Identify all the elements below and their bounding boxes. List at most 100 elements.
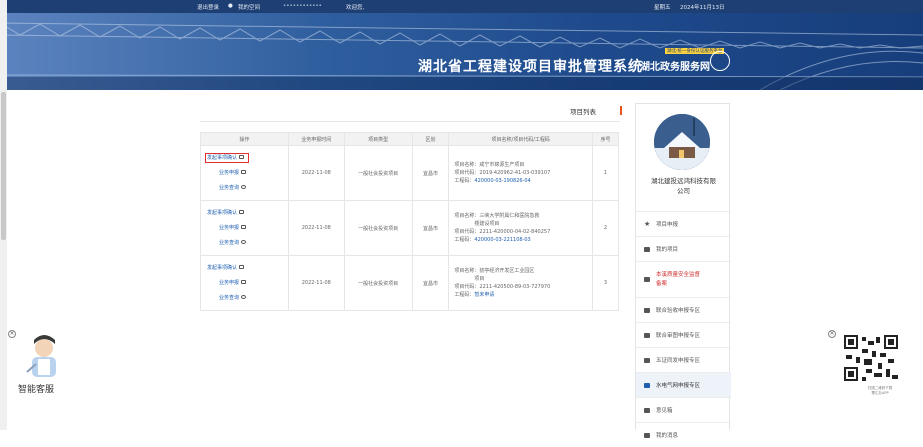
cell-project-info: 项目名称：三峡大学附属仁和医院急救 楼建设项目 项目代码：2211-420000… (448, 200, 594, 256)
col-header-no: 序号 (592, 132, 619, 146)
assistant-label: 智能客服 (18, 385, 55, 395)
cell-project-info: 项目名称：咸宁市锦源生产项目 项目代码：2019-420962-41-03-03… (448, 145, 594, 201)
sidebar-item-five-certificates[interactable]: 五证同发申报专区 (636, 347, 731, 372)
cell-type: 一般社会投资项目 (343, 200, 413, 256)
business-query-button[interactable]: 业务查询 (219, 295, 239, 301)
sidebar-item-quality-safety[interactable]: 本溪质量安全监督 备案 (636, 261, 731, 297)
project-code: 项目代码：2211-420500-89-03-727970 (454, 284, 551, 290)
project-name: 项目名称：咸宁市锦源生产项目 (454, 162, 525, 168)
logout-link[interactable]: 退出登录 (197, 3, 219, 11)
my-space-link[interactable]: 我的空间 (238, 3, 260, 11)
project-table-body: 操作 业务申报时间 项目类型 区划 项目名称/项目代码/工程码 序号 发起事项确… (200, 132, 619, 311)
cell-date: 2022-11-08 (287, 255, 345, 311)
business-query-button[interactable]: 业务查询 (219, 185, 239, 191)
business-declare-button[interactable]: 业务申报 (219, 170, 239, 176)
snow-house-image (654, 114, 710, 170)
grid-icon (240, 170, 246, 174)
business-declare-button[interactable]: 业务申报 (219, 280, 239, 286)
company-name: 湖北建投远鸿科技有限 公司 (651, 177, 716, 195)
grid-icon (240, 280, 246, 284)
business-declare-button[interactable]: 业务申报 (219, 225, 239, 231)
business-query-button[interactable]: 业务查询 (219, 240, 239, 246)
row-actions: 发起事项确认 业务申报 业务查询 (200, 255, 289, 311)
col-header-ops: 操作 (200, 132, 289, 146)
mailbox-icon (644, 407, 650, 413)
tab-divider (200, 121, 620, 122)
system-title: 湖北省工程建设项目审批管理系统 (418, 59, 643, 75)
project-name-cont: 楼建设项目 (474, 221, 500, 227)
sidebar-menu: ★ 项目申报 我的项目 本溪质量安全监督 备案 联合验收申报专区 联合审图申报专区 … (636, 211, 731, 447)
engineering-code-link[interactable]: 420000-03-190826-04 (474, 178, 530, 184)
site-logo-icon (710, 51, 730, 71)
eye-icon (240, 185, 246, 189)
cell-type: 一般社会投资项目 (343, 145, 413, 201)
tab-label: 项目列表 (570, 108, 596, 116)
eye-icon (240, 240, 246, 244)
username: •••••••••••• (283, 3, 322, 9)
top-bar: 退出登录 ● 我的空间 •••••••••••• 欢迎您, 星期五 2024年1… (0, 0, 923, 13)
initiate-confirmation-button[interactable]: 发起事项确认 (205, 152, 249, 163)
table-row: 发起事项确认 业务申报 业务查询 2022-11-08 一般社会投资项目 宜昌市… (200, 200, 619, 256)
cell-region: 宜昌市 (411, 145, 450, 201)
sidebar: 湖北建投远鸿科技有限 公司 ★ 项目申报 我的项目 本溪质量安全监督 备案 联合验收… (635, 103, 731, 439)
cell-no: 2 (592, 200, 619, 256)
table-header-row: 操作 业务申报时间 项目类型 区划 项目名称/项目代码/工程码 序号 (200, 132, 619, 146)
sidebar-item-utilities[interactable]: 水电气网申报专区 (636, 372, 731, 397)
cell-project-info: 项目名称：猇亭经济开发区工业园区 项目 项目代码：2211-420500-89-… (448, 255, 594, 311)
project-name: 项目名称：猇亭经济开发区工业园区 (454, 268, 535, 274)
scrollbar-thumb[interactable] (1, 92, 6, 240)
close-icon[interactable]: × (828, 330, 836, 338)
row-actions: 发起事项确认 业务申报 业务查询 (200, 145, 289, 201)
message-icon (644, 432, 650, 438)
date-text: 2024年11月13日 (680, 5, 725, 11)
initiate-confirmation-button[interactable]: 发起事项确认 (207, 210, 237, 216)
weekday-text: 星期五 (654, 5, 671, 11)
engineering-code-link[interactable]: 暂未申请 (474, 292, 494, 298)
initiate-confirmation-button[interactable]: 发起事项确认 (207, 265, 237, 271)
table-row: 发起事项确认 业务申报 业务查询 2022-11-08 一般社会投资项目 宜昌市… (200, 255, 619, 311)
engineering-code-label: 工程码： (454, 178, 475, 184)
col-header-region: 区划 (411, 132, 450, 146)
cell-no: 1 (592, 145, 619, 201)
clipboard-icon (644, 307, 650, 313)
sidebar-item-joint-review[interactable]: 联合审图申报专区 (636, 322, 731, 347)
project-code: 项目代码：2211-420000-04-02-840257 (454, 229, 551, 235)
user-icon: ● (228, 3, 233, 9)
table-row: 发起事项确认 业务申报 业务查询 2022-11-08 一般社会投资项目 宜昌市… (200, 145, 619, 201)
clipboard-icon (644, 357, 650, 363)
tab-accent-bar (620, 106, 622, 115)
document-icon (238, 155, 244, 159)
sidebar-item-project-declare[interactable]: ★ 项目申报 (636, 211, 731, 236)
page-scrollbar[interactable] (0, 0, 7, 430)
row-actions: 发起事项确认 业务申报 业务查询 (200, 200, 289, 256)
eye-icon (240, 295, 246, 299)
sidebar-item-suggestion-box[interactable]: 意见箱 (636, 397, 731, 422)
qr-code-icon (842, 333, 900, 383)
cell-no: 3 (592, 255, 619, 311)
close-icon[interactable]: × (8, 330, 16, 338)
sidebar-item-joint-acceptance[interactable]: 联合验收申报专区 (636, 297, 731, 322)
cell-date: 2022-11-08 (287, 200, 345, 256)
welcome-text: 欢迎您, (346, 5, 365, 11)
assistant-character-icon (26, 335, 56, 377)
col-header-name: 项目名称/项目代码/工程码 (448, 132, 594, 146)
grid-icon (240, 225, 246, 229)
header-banner: 湖北省工程建设项目审批管理系统 湖北·统一身份认证服务平台 湖北政务服务网 (0, 13, 923, 90)
folder-icon (644, 246, 650, 252)
tab-project-list[interactable]: 项目列表 (570, 106, 622, 116)
cell-region: 宜昌市 (411, 255, 450, 311)
document-icon (238, 265, 244, 269)
sidebar-item-my-messages[interactable]: 我的消息 (636, 422, 731, 447)
star-icon: ★ (644, 220, 651, 228)
cell-date: 2022-11-08 (287, 145, 345, 201)
document-icon (238, 210, 244, 214)
cell-type: 一般社会投资项目 (343, 255, 413, 311)
project-name: 项目名称：三峡大学附属仁和医院急救 (454, 213, 540, 219)
sidebar-item-my-projects[interactable]: 我的项目 (636, 236, 731, 261)
qr-code-widget: × 扫描二维码下载 鄂汇办APP (828, 330, 923, 400)
smart-assistant-widget[interactable]: × 智能客服 (8, 330, 78, 400)
engineering-code-link[interactable]: 420000-03-221108-03 (474, 237, 530, 243)
document-icon (644, 277, 650, 282)
project-code: 项目代码：2019-420962-41-03-039107 (454, 170, 551, 176)
qr-caption: 扫描二维码下载 鄂汇办APP (867, 386, 893, 395)
